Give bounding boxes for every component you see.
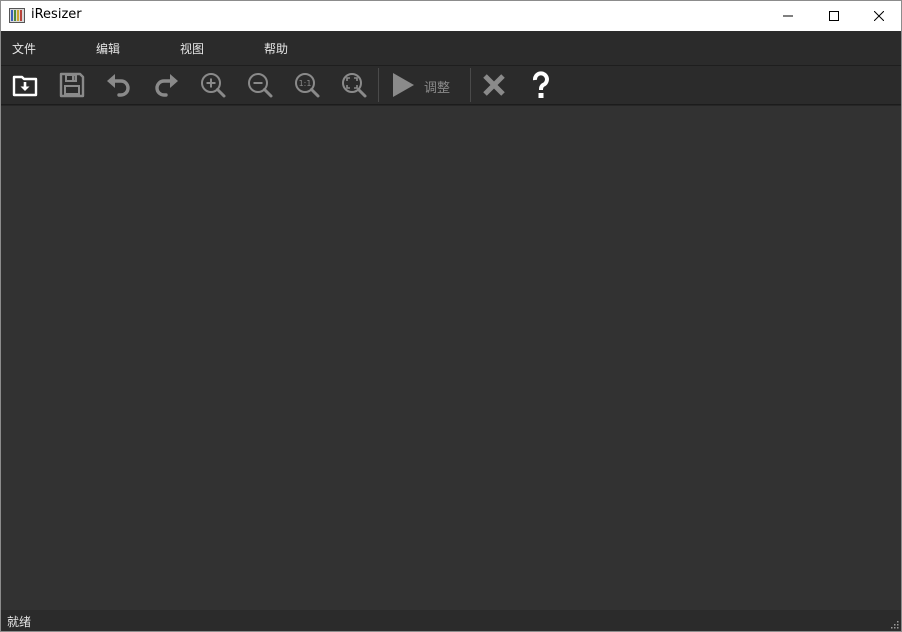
window-title: iResizer bbox=[31, 7, 82, 22]
redo-button[interactable] bbox=[150, 69, 182, 101]
minimize-icon bbox=[783, 15, 793, 17]
zoom-out-button[interactable] bbox=[244, 69, 276, 101]
save-button[interactable] bbox=[56, 69, 88, 101]
menu-bar: 文件 编辑 视图 帮助 bbox=[1, 31, 901, 66]
save-icon bbox=[59, 72, 85, 98]
zoom-in-button[interactable] bbox=[197, 69, 229, 101]
open-button[interactable] bbox=[9, 69, 41, 101]
zoom-fit-button[interactable] bbox=[338, 69, 370, 101]
title-bar: iResizer bbox=[1, 1, 901, 31]
zoom-actual-size-button[interactable]: 1:1 bbox=[291, 69, 323, 101]
resize-grip-icon[interactable] bbox=[889, 619, 899, 629]
app-window: iResizer 文件 编辑 视图 帮助 1:1 调整 就绪 bbox=[0, 0, 902, 632]
toolbar-separator bbox=[378, 68, 379, 102]
menu-file[interactable]: 文件 bbox=[12, 40, 36, 57]
close-icon bbox=[874, 11, 884, 21]
menu-help[interactable]: 帮助 bbox=[264, 40, 288, 57]
zoom-actual-icon: 1:1 bbox=[295, 73, 320, 98]
zoom-in-icon bbox=[201, 73, 226, 98]
open-icon bbox=[12, 75, 38, 97]
help-button[interactable] bbox=[525, 69, 557, 101]
svg-text:1:1: 1:1 bbox=[299, 79, 312, 88]
image-canvas[interactable] bbox=[1, 105, 901, 611]
undo-button[interactable] bbox=[103, 69, 135, 101]
redo-icon bbox=[155, 74, 178, 97]
zoom-out-icon bbox=[248, 73, 273, 98]
maximize-icon bbox=[829, 11, 839, 21]
menu-edit[interactable]: 编辑 bbox=[96, 40, 120, 57]
undo-icon bbox=[107, 74, 130, 97]
play-icon bbox=[393, 73, 414, 97]
toolbar: 1:1 调整 bbox=[1, 66, 901, 105]
zoom-fit-icon bbox=[342, 73, 367, 98]
cancel-button[interactable] bbox=[478, 69, 510, 101]
close-window-button[interactable] bbox=[856, 1, 902, 31]
menu-view[interactable]: 视图 bbox=[180, 40, 204, 57]
app-icon bbox=[9, 8, 25, 23]
close-x-icon bbox=[483, 74, 505, 96]
help-icon bbox=[533, 71, 549, 98]
minimize-button[interactable] bbox=[765, 1, 811, 31]
status-bar: 就绪 bbox=[1, 610, 901, 631]
run-resize-label: 调整 bbox=[424, 81, 451, 96]
maximize-button[interactable] bbox=[811, 1, 857, 31]
toolbar-separator bbox=[470, 68, 471, 102]
status-text: 就绪 bbox=[7, 615, 32, 629]
